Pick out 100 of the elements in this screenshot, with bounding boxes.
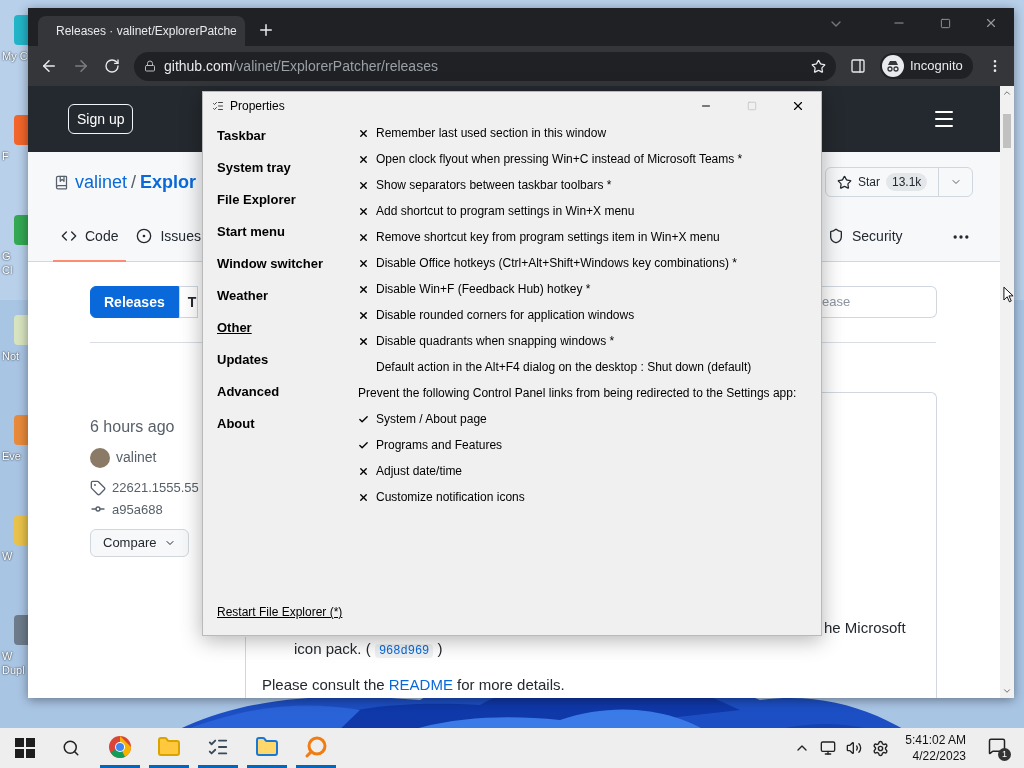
new-tab-icon[interactable] [257,21,275,39]
setting-label[interactable]: Disable Win+F (Feedback Hub) hotkey * [376,280,591,298]
cross-icon[interactable] [358,179,369,191]
shortcut-label: Dupl [1,663,25,677]
star-icon [837,174,852,190]
shortcut-label: Not [1,349,20,363]
setting-label[interactable]: Disable rounded corners for application windows [376,306,635,324]
section-link[interactable]: File Explorer [217,184,296,216]
repo-tab[interactable]: Security [820,212,911,262]
cross-icon[interactable] [358,257,369,269]
back-icon[interactable] [40,57,58,75]
section-link[interactable]: Taskbar [217,120,266,152]
check-icon[interactable] [358,413,369,425]
cloud-folder-icon[interactable] [255,734,279,759]
shortcut-label: My C [1,49,28,63]
cross-icon[interactable] [358,153,369,165]
compare-button[interactable]: Compare [90,529,190,557]
repo-icon [54,174,69,190]
start-button[interactable] [15,738,35,758]
cross-icon[interactable] [358,231,369,243]
clock[interactable]: 5:41:02 AM 4/22/2023 [905,732,966,764]
commit-link[interactable]: a95a688 [112,499,163,519]
cross-icon[interactable] [358,309,369,321]
sign-up-button[interactable]: Sign up [68,104,134,134]
setting-label[interactable]: Open clock flyout when pressing Win+C instead of Microsoft Teams * [376,150,743,168]
commit-link[interactable]: 968d969 [374,644,434,658]
settings-icon[interactable] [872,739,890,757]
shortcut-label: F [1,149,9,163]
shortcut-label: Cl [1,263,13,277]
setting-label[interactable]: Disable quadrants when snapping windows * [376,332,615,350]
section-link[interactable]: About [217,408,255,440]
setting-label[interactable]: Programs and Features [376,436,503,454]
cross-icon[interactable] [358,465,369,477]
setting-label[interactable]: Customize notification icons [376,488,525,506]
owner-link[interactable]: valinet [75,171,128,192]
readme-link[interactable]: README [388,676,453,693]
section-link[interactable]: System tray [217,152,291,184]
code-icon [61,228,77,244]
cross-icon[interactable] [358,283,369,295]
address-bar[interactable]: github.com/valinet/ExplorerPatcher/releases [134,51,836,81]
scroll-down-icon[interactable] [1002,686,1012,696]
setting-label[interactable]: Show separators between taskbar toolbars * [376,176,612,194]
repo-link[interactable]: Explor [140,171,197,192]
window-title: Properties [230,98,285,115]
setting-label[interactable]: Disable Office hotkeys (Ctrl+Alt+Shift+Windows key combinations) * [376,254,737,272]
setting-label[interactable]: Remove shortcut key from program settings item in Win+X menu [376,228,720,246]
scroll-up-icon[interactable] [1002,88,1012,98]
section-link[interactable]: Updates [217,344,269,376]
release-tab[interactable]: Releases [90,286,179,318]
profile-button[interactable]: Incognito [880,53,973,79]
release-tab[interactable]: T [178,286,199,318]
check-icon[interactable] [358,439,369,451]
search-icon[interactable] [62,739,80,757]
cross-icon[interactable] [358,127,369,139]
setting-label[interactable]: Add shortcut to program settings in Win+X menu [376,202,635,220]
shortcut-label: Eve [1,449,21,463]
setting-label[interactable]: Default action in the Alt+F4 dialog on the desktop : Shut down (default) [376,358,752,376]
star-count: 13.1k [886,173,928,191]
cursor-icon [1003,286,1014,303]
side-panel-icon[interactable] [850,58,866,74]
author-link[interactable]: valinet [116,447,157,468]
forward-icon[interactable] [72,57,90,75]
maximize-icon [747,101,757,111]
reload-icon[interactable] [104,58,120,74]
setting-label[interactable]: Remember last used section in this window [376,124,607,142]
network-icon[interactable] [820,740,837,756]
cross-icon[interactable] [358,491,369,503]
body-text: Please consult the README for more details. [261,675,566,695]
release-time: 6 hours ago [90,417,176,437]
body-text: icon pack. ( 968d969 ) [293,639,444,660]
repo-tab[interactable]: Code [53,212,127,262]
cross-icon[interactable] [358,205,369,217]
section-link[interactable]: Weather [217,280,269,312]
body-text: he Microsoft [823,617,907,638]
section-link[interactable]: Start menu [217,216,285,248]
browser-icon[interactable] [108,734,132,759]
bookmark-icon[interactable] [811,58,826,74]
tag-icon [90,479,106,496]
tag-link[interactable]: 22621.1555.55 [112,478,199,498]
cross-icon[interactable] [358,335,369,347]
setting-label[interactable]: Adjust date/time [376,462,463,480]
section-link[interactable]: Window switcher [217,248,324,280]
shortcut-label: W [1,649,14,663]
section-link[interactable]: Advanced [217,376,280,408]
maximize-icon [939,17,951,29]
notification-count: 1 [998,748,1011,761]
issue-icon [136,228,153,244]
volume-icon[interactable] [846,740,863,756]
lock-icon [144,60,156,72]
group-heading: Prevent the following Control Panel links from being redirected to the Settings app: [358,385,797,402]
avatar [90,447,110,468]
path-separator: / [131,171,137,192]
setting-label[interactable]: System / About page [376,410,487,428]
restart-link[interactable]: Restart File Explorer (*) [217,605,343,619]
shield-icon [828,228,844,244]
browser-tab[interactable]: Releases · valinet/ExplorerPatche [38,16,245,46]
scrollbar-thumb[interactable] [1003,114,1011,148]
notifications-icon[interactable] [988,737,1006,755]
section-link[interactable]: Other [217,312,252,344]
close-icon [791,99,805,113]
